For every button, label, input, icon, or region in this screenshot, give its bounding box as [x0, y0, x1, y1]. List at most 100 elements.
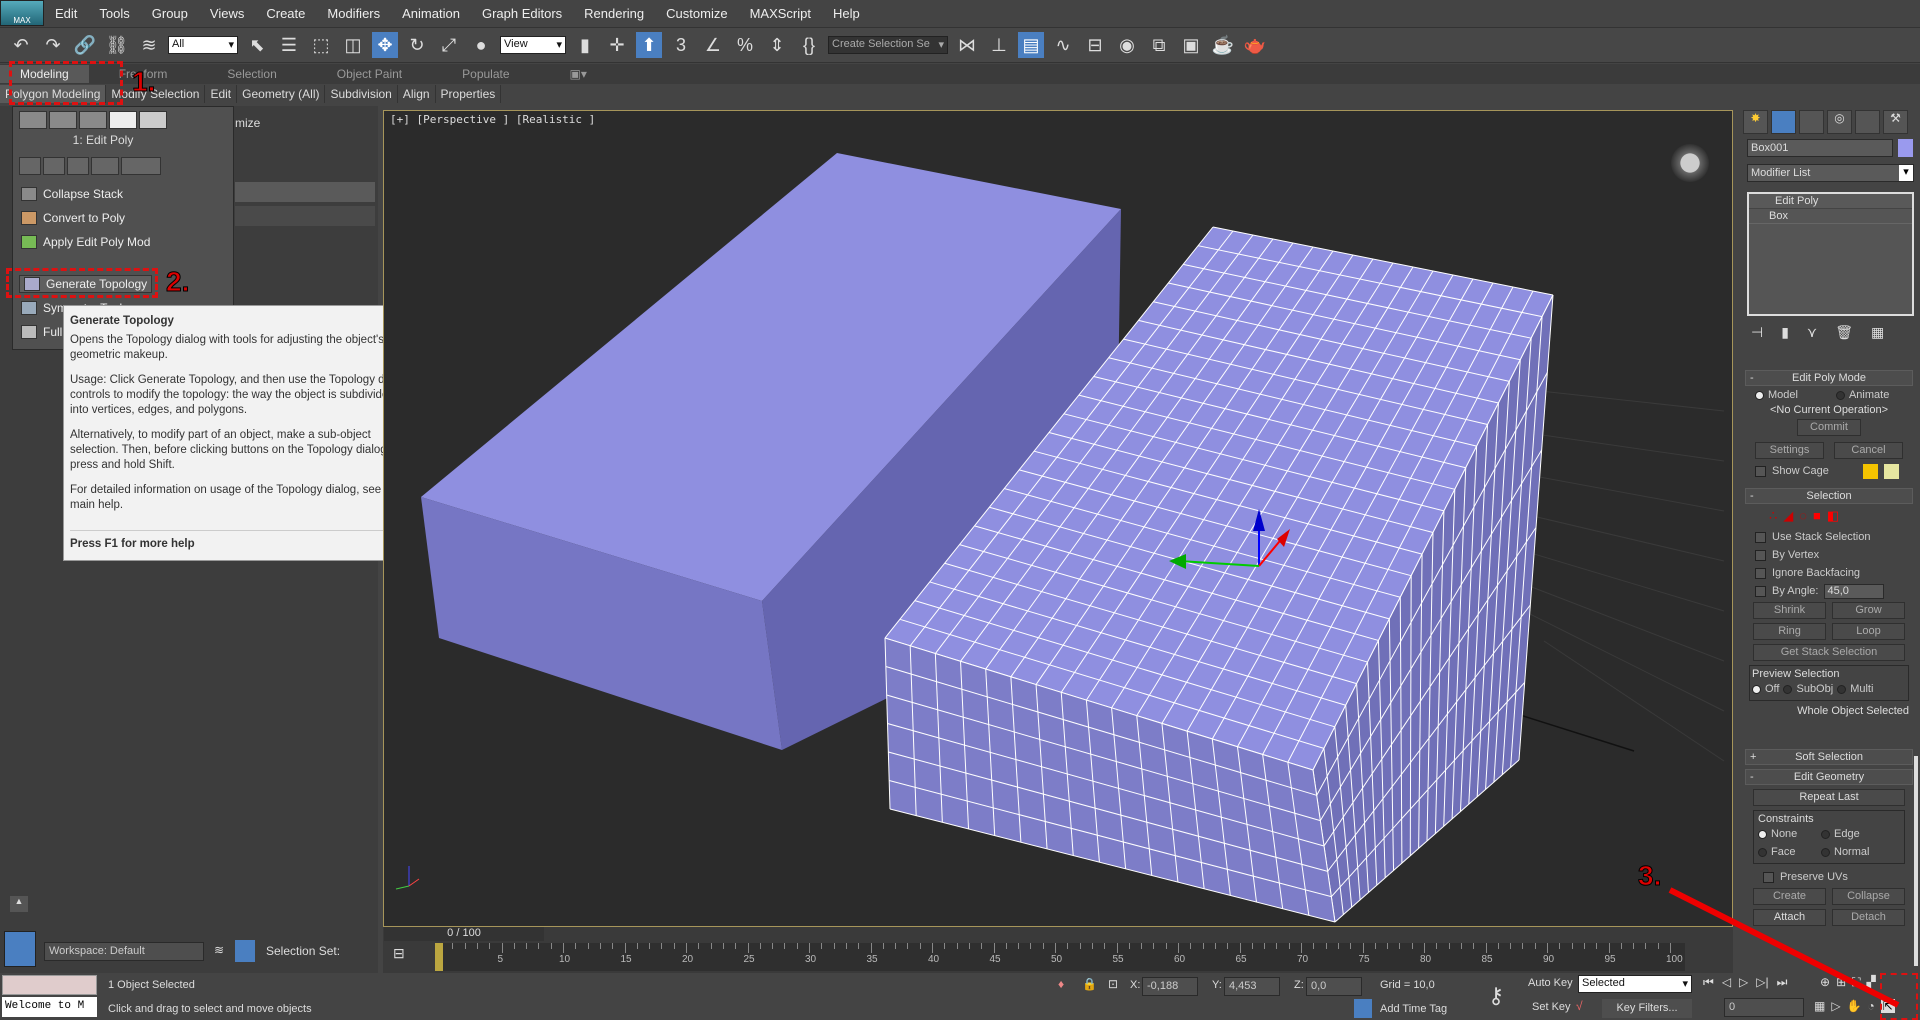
render-production-icon[interactable]: ☕	[1210, 32, 1236, 58]
configure-icon[interactable]	[121, 157, 161, 175]
modifier-list-dropdown[interactable]: Modifier List ▾	[1747, 164, 1914, 182]
polygon-icon[interactable]: ■	[1813, 508, 1821, 524]
menu-animation[interactable]: Animation	[391, 6, 471, 21]
apply-edit-poly-item[interactable]: Apply Edit Poly Mod	[21, 235, 150, 249]
render-setup-icon[interactable]: ⧉	[1146, 32, 1172, 58]
time-slider[interactable]: 0 / 100	[384, 927, 544, 941]
model-radio[interactable]	[1755, 390, 1764, 400]
cage-color-swatch[interactable]	[1863, 463, 1878, 479]
loop-button[interactable]: Loop	[1832, 623, 1905, 640]
menu-help[interactable]: Help	[822, 6, 871, 21]
keyboard-shortcut-override-icon[interactable]: ⬆	[636, 32, 662, 58]
configure-modifier-sets-icon[interactable]: ▦	[1871, 324, 1884, 341]
show-cage-checkbox[interactable]: Show Cage	[1745, 462, 1913, 480]
spinner-snap-icon[interactable]: ⇕	[764, 32, 790, 58]
ribbon-group-edit[interactable]: Edit	[205, 85, 238, 103]
ribbon-group-properties[interactable]: Properties	[436, 85, 502, 103]
maxscript-listener-output[interactable]	[2, 975, 97, 995]
menu-views[interactable]: Views	[199, 6, 255, 21]
z-coordinate-field[interactable]: 0,0	[1306, 977, 1362, 996]
select-place-icon[interactable]: ●	[468, 32, 494, 58]
angle-snap-icon[interactable]: ∠	[700, 32, 726, 58]
preview-off-radio[interactable]	[1752, 684, 1761, 694]
create-button[interactable]: Create	[1753, 888, 1826, 905]
hierarchy-tab-icon[interactable]	[1799, 110, 1824, 134]
constraint-face-radio[interactable]	[1758, 847, 1767, 857]
element-icon[interactable]	[139, 111, 167, 129]
perspective-viewport[interactable]: [+] [Perspective ] [Realistic ]	[383, 110, 1733, 927]
detach-button[interactable]: Detach	[1832, 909, 1905, 926]
ribbon-group-align[interactable]: Align	[398, 85, 436, 103]
collapse-button[interactable]: Collapse	[1832, 888, 1905, 905]
link-icon[interactable]: 🔗	[72, 32, 98, 58]
align-icon[interactable]: ⊥	[986, 32, 1012, 58]
show-end-result-icon[interactable]	[43, 157, 65, 175]
pan-icon[interactable]: ✋	[1847, 999, 1862, 1013]
menu-graph-editors[interactable]: Graph Editors	[471, 6, 573, 21]
ribbon-group-subdivision[interactable]: Subdivision	[325, 85, 398, 103]
ribbon-tab-selection[interactable]: Selection	[197, 67, 306, 81]
play-icon[interactable]: ▷	[1739, 975, 1748, 990]
edit-named-selection-icon[interactable]: {}	[796, 32, 822, 58]
vertex-icon[interactable]: ∴	[1769, 508, 1777, 524]
x-coordinate-field[interactable]: -0,188	[1142, 977, 1198, 996]
object-name-field[interactable]: Box001	[1747, 139, 1893, 157]
percent-snap-icon[interactable]: %	[732, 32, 758, 58]
rollout-edit-poly-mode[interactable]: - Edit Poly Mode	[1745, 370, 1913, 386]
ribbon-tab-object-paint[interactable]: Object Paint	[307, 67, 432, 81]
make-unique-icon[interactable]: ⋎	[1807, 324, 1817, 341]
select-rotate-icon[interactable]: ↻	[404, 32, 430, 58]
selection-filter-dropdown[interactable]: All	[168, 36, 238, 54]
scene-explorer-icon[interactable]: ▤	[1018, 32, 1044, 58]
preview-subobj-radio[interactable]	[1783, 684, 1793, 694]
next-frame-icon[interactable]: ▷|	[1756, 975, 1768, 990]
settings-button[interactable]: Settings	[1755, 442, 1824, 459]
reference-coordinate-dropdown[interactable]: View	[500, 36, 566, 54]
zoom-extents-all-icon[interactable]: ▞	[1867, 975, 1876, 990]
pin-stack-icon[interactable]	[19, 157, 41, 175]
border-icon[interactable]	[79, 111, 107, 129]
key-mode-icon[interactable]: ⚷	[1488, 983, 1504, 1009]
by-vertex-checkbox[interactable]: By Vertex	[1745, 546, 1913, 564]
viewcube-icon[interactable]	[1668, 141, 1712, 185]
angle-spinner[interactable]: 45,0	[1824, 583, 1885, 599]
go-to-start-icon[interactable]: ⏮	[1703, 975, 1714, 990]
redo-icon[interactable]: ↷	[40, 32, 66, 58]
remove-modifier-icon[interactable]	[91, 157, 119, 175]
display-tab-icon[interactable]	[1855, 110, 1880, 134]
select-scale-icon[interactable]: ⤢	[436, 32, 462, 58]
menu-maxscript[interactable]: MAXScript	[739, 6, 822, 21]
rollout-selection[interactable]: - Selection	[1745, 488, 1913, 504]
toggle-trackbar-icon[interactable]: ⊟	[393, 945, 405, 962]
select-object-icon[interactable]: ⬉	[244, 32, 270, 58]
modify-tab-icon[interactable]	[1771, 110, 1796, 134]
menu-customize[interactable]: Customize	[655, 6, 738, 21]
viewport-scene[interactable]	[384, 111, 1734, 928]
animate-radio[interactable]	[1835, 390, 1845, 400]
menu-tools[interactable]: Tools	[88, 6, 140, 21]
undo-icon[interactable]: ↶	[8, 32, 34, 58]
use-stack-selection-checkbox[interactable]: Use Stack Selection	[1745, 528, 1913, 546]
cancel-button[interactable]: Cancel	[1834, 442, 1903, 459]
add-time-tag-button[interactable]: Add Time Tag	[1380, 1003, 1447, 1015]
bind-space-warp-icon[interactable]: ≋	[136, 32, 162, 58]
zoom-extents-icon[interactable]: ⛶	[1852, 975, 1860, 990]
scene-explorer-toggle-icon[interactable]	[235, 940, 255, 962]
explorer-row[interactable]	[235, 182, 375, 202]
time-tag-icon[interactable]	[1354, 999, 1372, 1018]
preview-multi-radio[interactable]	[1837, 684, 1847, 694]
zoom-all-icon[interactable]: ⊞	[1836, 975, 1846, 990]
default-tangents-icon[interactable]: √	[1576, 999, 1583, 1013]
snaps-toggle-icon[interactable]: 3	[668, 32, 694, 58]
remove-modifier-icon[interactable]: 🗑	[1835, 324, 1853, 341]
vertex-icon[interactable]	[19, 111, 47, 129]
key-filters-button[interactable]: Key Filters...	[1602, 999, 1692, 1018]
preserve-uvs-checkbox[interactable]: Preserve UVs	[1745, 868, 1913, 886]
collapse-stack-item[interactable]: Collapse Stack	[21, 187, 123, 201]
commit-button[interactable]: Commit	[1797, 419, 1861, 436]
constraint-none-radio[interactable]	[1758, 829, 1767, 839]
current-frame-marker[interactable]	[435, 943, 443, 971]
show-end-result-icon[interactable]: ▮	[1781, 324, 1789, 341]
menu-edit[interactable]: Edit	[44, 6, 88, 21]
make-unique-icon[interactable]	[67, 157, 89, 175]
